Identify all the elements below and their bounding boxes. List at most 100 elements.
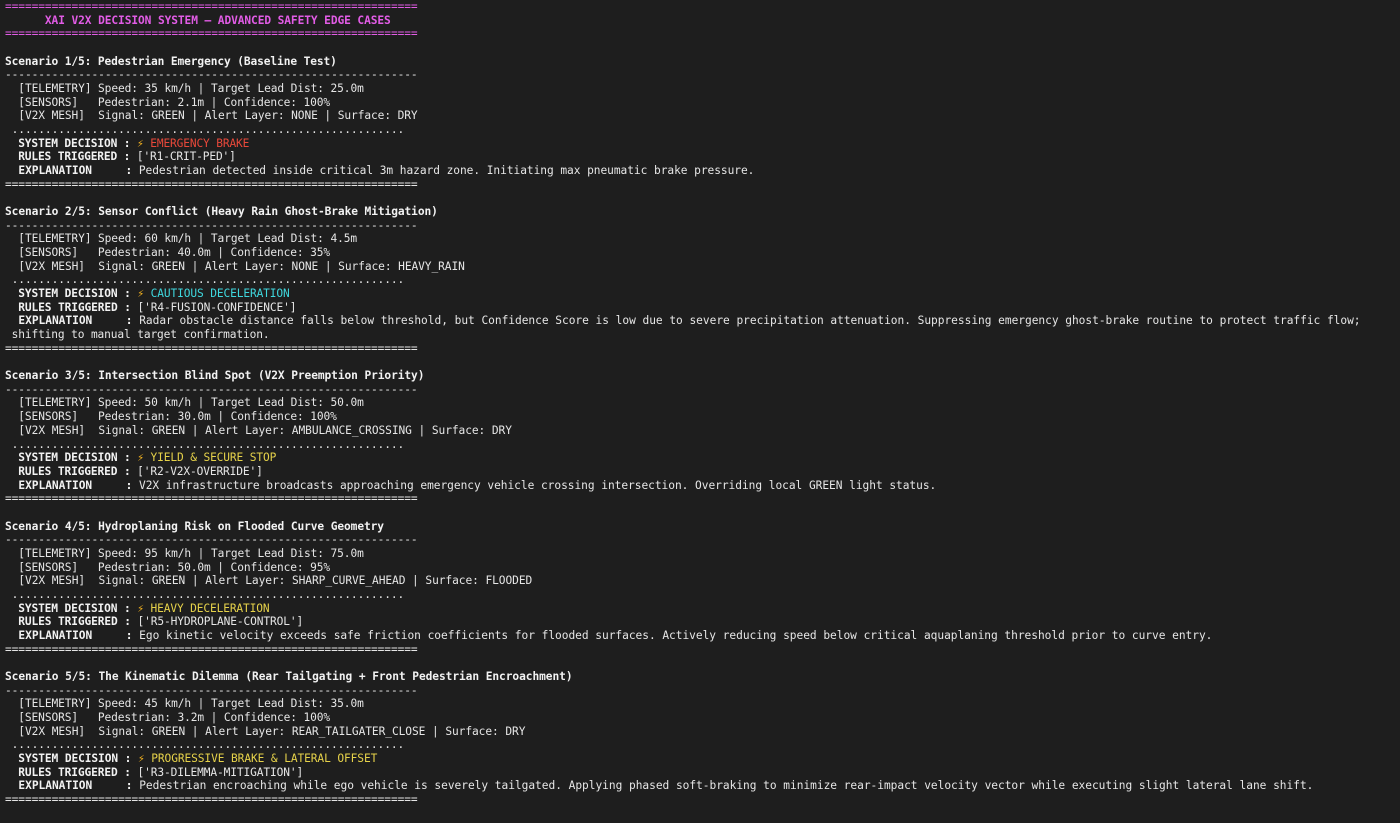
sensors-value: Pedestrian: 3.2m | Confidence: 100% — [97, 710, 331, 724]
scenario-block: Scenario 5/5: The Kinematic Dilemma (Rea… — [5, 670, 1400, 807]
dotted-rule-text: ........................................… — [11, 273, 405, 287]
v2x-line: [V2X MESH] Signal: GREEN | Alert Layer: … — [5, 424, 1400, 438]
scenario-rule-single: ----------------------------------------… — [5, 382, 418, 396]
header-title-line: XAI V2X DECISION SYSTEM — ADVANCED SAFET… — [5, 14, 1400, 28]
system-decision-line: SYSTEM DECISION : ⚡ CAUTIOUS DECELERATIO… — [5, 287, 1400, 301]
telemetry-value: Speed: 50 km/h | Target Lead Dist: 50.0m — [98, 396, 364, 410]
telemetry-label: [TELEMETRY] — [18, 82, 92, 96]
v2x-label: [V2X MESH] — [18, 423, 86, 437]
decision-value: CAUTIOUS DECELERATION — [150, 287, 290, 301]
rules-triggered-label: RULES TRIGGERED : — [18, 765, 131, 779]
dotted-rule: ........................................… — [5, 438, 1400, 452]
rules-triggered-label: RULES TRIGGERED : — [18, 615, 131, 629]
explanation-label: EXPLANATION : — [18, 478, 133, 492]
system-decision-line: SYSTEM DECISION : ⚡ HEAVY DECELERATION — [5, 602, 1400, 616]
explanation-line: EXPLANATION : Pedestrian encroaching whi… — [5, 779, 1400, 793]
page-title: XAI V2X DECISION SYSTEM — ADVANCED SAFET… — [44, 13, 391, 27]
sensors-value: Pedestrian: 40.0m | Confidence: 35% — [97, 246, 331, 260]
telemetry-line: [TELEMETRY] Speed: 95 km/h | Target Lead… — [5, 547, 1400, 561]
lightning-bolt-icon: ⚡ — [137, 451, 144, 465]
scenario-rule-single: ----------------------------------------… — [5, 533, 418, 547]
explanation-line: EXPLANATION : Pedestrian detected inside… — [5, 164, 1400, 178]
sensors-value: Pedestrian: 50.0m | Confidence: 95% — [97, 560, 331, 574]
header-rule-top: ========================================… — [5, 0, 418, 13]
v2x-label: [V2X MESH] — [18, 574, 86, 588]
dotted-rule-text: ........................................… — [11, 738, 405, 752]
dotted-rule: ........................................… — [5, 738, 1400, 752]
sensors-label: [SENSORS] — [18, 95, 78, 109]
explanation-line: EXPLANATION : V2X infrastructure broadca… — [5, 479, 1400, 493]
sensors-line: [SENSORS] Pedestrian: 50.0m | Confidence… — [5, 561, 1400, 575]
rules-value: ['R3-DILEMMA-MITIGATION'] — [137, 765, 304, 779]
system-decision-label: SYSTEM DECISION : — [18, 136, 131, 150]
header-rule-bottom: ========================================… — [5, 27, 418, 41]
rules-triggered-line: RULES TRIGGERED : ['R1-CRIT-PED'] — [5, 150, 1400, 164]
decision-value: YIELD & SECURE STOP — [150, 451, 277, 465]
explanation-continuation: shifting to manual target confirmation. — [5, 328, 1400, 342]
v2x-line: [V2X MESH] Signal: GREEN | Alert Layer: … — [5, 260, 1400, 274]
explanation-line: EXPLANATION : Ego kinetic velocity excee… — [5, 629, 1400, 643]
rules-triggered-label: RULES TRIGGERED : — [18, 150, 131, 164]
scenario-title: Scenario 3/5: Intersection Blind Spot (V… — [5, 369, 425, 383]
telemetry-value: Speed: 95 km/h | Target Lead Dist: 75.0m — [98, 546, 364, 560]
v2x-value: Signal: GREEN | Alert Layer: SHARP_CURVE… — [98, 574, 533, 588]
system-decision-line: SYSTEM DECISION : ⚡ PROGRESSIVE BRAKE & … — [5, 752, 1400, 766]
v2x-value: Signal: GREEN | Alert Layer: NONE | Surf… — [98, 259, 465, 273]
explanation-label: EXPLANATION : — [18, 314, 133, 328]
scenario-block: Scenario 2/5: Sensor Conflict (Heavy Rai… — [5, 205, 1400, 355]
v2x-label: [V2X MESH] — [18, 109, 85, 123]
scenario-title: Scenario 5/5: The Kinematic Dilemma (Rea… — [5, 669, 573, 683]
scenario-rule-double: ========================================… — [5, 177, 418, 191]
lightning-bolt-icon: ⚡ — [137, 751, 145, 765]
rules-value: ['R5-HYDROPLANE-CONTROL'] — [137, 615, 304, 629]
scenario-rule-double: ========================================… — [5, 792, 418, 806]
lightning-bolt-icon: ⚡ — [137, 601, 144, 615]
scenario-title: Scenario 1/5: Pedestrian Emergency (Base… — [5, 54, 337, 68]
lightning-bolt-icon: ⚡ — [137, 136, 144, 150]
sensors-line: [SENSORS] Pedestrian: 3.2m | Confidence:… — [5, 711, 1400, 725]
scenario-rule-double: ========================================… — [5, 642, 418, 656]
telemetry-line: [TELEMETRY] Speed: 60 km/h | Target Lead… — [5, 232, 1400, 246]
explanation-label: EXPLANATION : — [18, 164, 133, 178]
system-decision-label: SYSTEM DECISION : — [18, 601, 131, 615]
v2x-label: [V2X MESH] — [18, 724, 86, 738]
dotted-rule-text: ........................................… — [11, 123, 405, 137]
explanation-value: V2X infrastructure broadcasts approachin… — [139, 478, 937, 492]
dotted-rule: ........................................… — [5, 123, 1400, 137]
sensors-line: [SENSORS] Pedestrian: 2.1m | Confidence:… — [5, 96, 1400, 110]
decision-value: HEAVY DECELERATION — [150, 601, 270, 615]
sensors-label: [SENSORS] — [18, 410, 79, 424]
system-decision-label: SYSTEM DECISION : — [18, 451, 131, 465]
v2x-value: Signal: GREEN | Alert Layer: NONE | Surf… — [98, 109, 418, 123]
explanation-value: Pedestrian detected inside critical 3m h… — [138, 164, 755, 178]
scenario-rule-single: ----------------------------------------… — [5, 683, 418, 697]
telemetry-line: [TELEMETRY] Speed: 45 km/h | Target Lead… — [5, 697, 1400, 711]
telemetry-label: [TELEMETRY] — [18, 396, 92, 410]
scenario-block: Scenario 3/5: Intersection Blind Spot (V… — [5, 369, 1400, 506]
scenario-title: Scenario 4/5: Hydroplaning Risk on Flood… — [5, 519, 384, 533]
rules-value: ['R1-CRIT-PED'] — [136, 150, 236, 164]
rules-value: ['R2-V2X-OVERRIDE'] — [137, 464, 263, 478]
scenario-block: Scenario 4/5: Hydroplaning Risk on Flood… — [5, 520, 1400, 657]
system-decision-line: SYSTEM DECISION : ⚡ YIELD & SECURE STOP — [5, 451, 1400, 465]
rules-triggered-line: RULES TRIGGERED : ['R2-V2X-OVERRIDE'] — [5, 465, 1400, 479]
decision-value: EMERGENCY BRAKE — [150, 136, 250, 150]
rules-triggered-line: RULES TRIGGERED : ['R3-DILEMMA-MITIGATIO… — [5, 766, 1400, 780]
terminal-output[interactable]: ========================================… — [5, 0, 1400, 807]
telemetry-label: [TELEMETRY] — [18, 546, 92, 560]
sensors-line: [SENSORS] Pedestrian: 40.0m | Confidence… — [5, 246, 1400, 260]
scenario-title: Scenario 2/5: Sensor Conflict (Heavy Rai… — [5, 205, 438, 219]
explanation-label: EXPLANATION : — [18, 628, 133, 642]
sensors-line: [SENSORS] Pedestrian: 30.0m | Confidence… — [5, 410, 1400, 424]
telemetry-label: [TELEMETRY] — [18, 697, 92, 711]
dotted-rule: ........................................… — [5, 588, 1400, 602]
sensors-label: [SENSORS] — [18, 246, 78, 260]
rules-triggered-line: RULES TRIGGERED : ['R4-FUSION-CONFIDENCE… — [5, 301, 1400, 315]
scenario-rule-single: ----------------------------------------… — [5, 68, 418, 82]
v2x-label: [V2X MESH] — [18, 259, 85, 273]
dotted-rule-text: ........................................… — [11, 437, 405, 451]
dotted-rule-text: ........................................… — [11, 587, 405, 601]
v2x-line: [V2X MESH] Signal: GREEN | Alert Layer: … — [5, 574, 1400, 588]
